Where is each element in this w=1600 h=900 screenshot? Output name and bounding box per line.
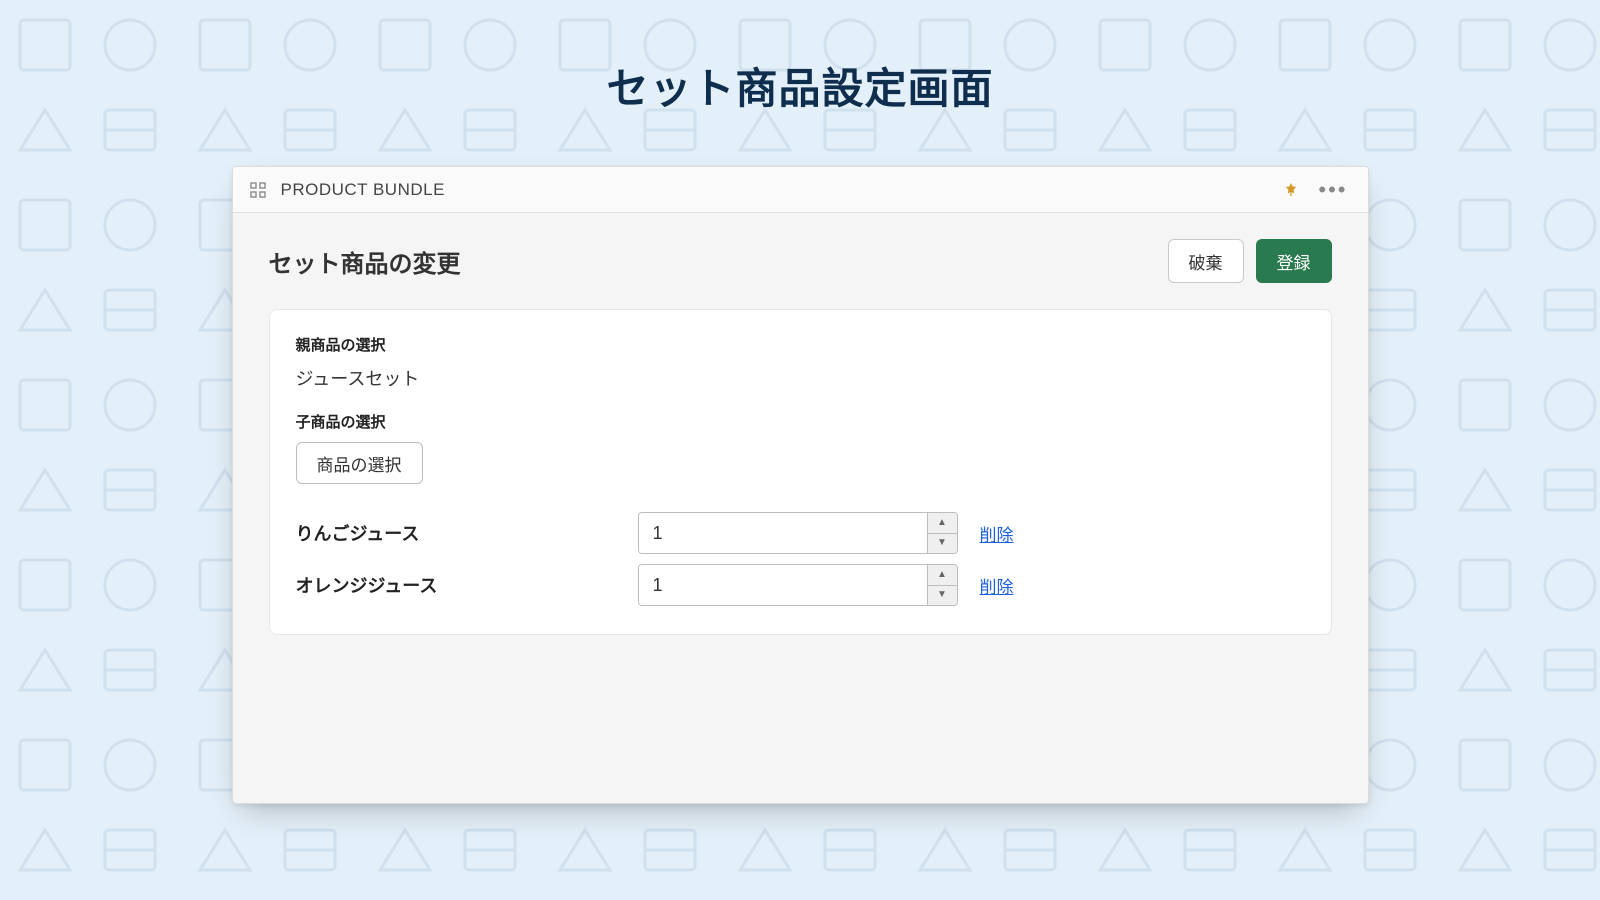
quantity-input[interactable]	[639, 513, 927, 553]
delete-link[interactable]: 削除	[980, 521, 1014, 546]
bundle-card: 親商品の選択 ジュースセット 子商品の選択 商品の選択 りんごジュース ▲ ▼ …	[269, 309, 1332, 635]
stepper-down-icon[interactable]: ▼	[928, 534, 957, 554]
parent-product-value: ジュースセット	[296, 365, 1305, 391]
delete-link[interactable]: 削除	[980, 573, 1014, 598]
page-title: セット商品設定画面	[0, 0, 1600, 116]
stepper-down-icon[interactable]: ▼	[928, 586, 957, 606]
child-item-row: オレンジジュース ▲ ▼ 削除	[296, 564, 1305, 606]
quantity-stepper[interactable]: ▲ ▼	[638, 564, 958, 606]
panel-header: セット商品の変更 破棄 登録	[233, 213, 1368, 283]
more-icon[interactable]: •••	[1314, 179, 1351, 201]
stepper-up-icon[interactable]: ▲	[928, 565, 957, 586]
child-products-label: 子商品の選択	[296, 411, 1305, 432]
bundle-icon	[249, 181, 267, 199]
submit-button[interactable]: 登録	[1256, 239, 1332, 283]
topbar-title: PRODUCT BUNDLE	[281, 180, 445, 200]
panel-heading: セット商品の変更	[269, 244, 1156, 279]
child-item-row: りんごジュース ▲ ▼ 削除	[296, 512, 1305, 554]
child-item-name: りんごジュース	[296, 520, 616, 546]
panel-topbar: PRODUCT BUNDLE •••	[233, 167, 1368, 213]
app-panel: PRODUCT BUNDLE ••• セット商品の変更 破棄 登録 親商品の選択…	[232, 166, 1369, 804]
pin-icon[interactable]	[1282, 181, 1300, 199]
child-item-name: オレンジジュース	[296, 572, 616, 598]
quantity-stepper[interactable]: ▲ ▼	[638, 512, 958, 554]
discard-button[interactable]: 破棄	[1168, 239, 1244, 283]
parent-product-label: 親商品の選択	[296, 334, 1305, 355]
select-product-button[interactable]: 商品の選択	[296, 442, 423, 484]
quantity-input[interactable]	[639, 565, 927, 605]
stepper-up-icon[interactable]: ▲	[928, 513, 957, 534]
